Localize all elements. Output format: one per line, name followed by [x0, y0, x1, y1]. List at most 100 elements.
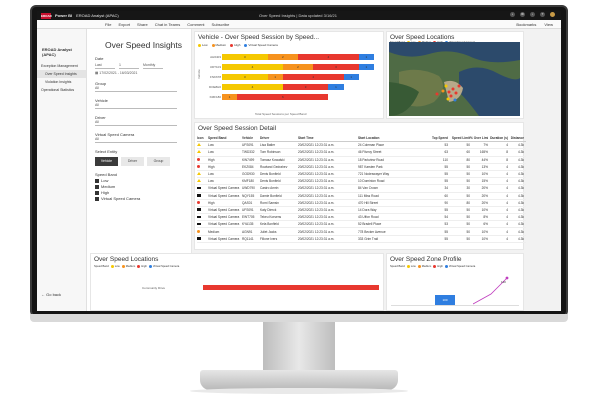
legend-item[interactable]: Medium: [121, 265, 135, 268]
table-row[interactable]: Virtual Speed Camera EWT705 Tekeu Korsens 2…: [197, 214, 526, 222]
column-header[interactable]: Start Location: [358, 136, 424, 140]
eroad-logo[interactable]: EROAD: [41, 12, 52, 19]
column-header[interactable]: % Over Limit: [470, 136, 488, 140]
legend-item[interactable]: Low: [198, 43, 208, 47]
nav-item-exception-management[interactable]: Exception Management: [37, 62, 86, 70]
table-row[interactable]: High KW7499 Tomasz Kowalski 20/02/2021 12:2…: [197, 157, 526, 164]
bell-icon[interactable]: •: [510, 12, 515, 17]
column-header[interactable]: Driver: [260, 136, 298, 140]
group-dropdown[interactable]: All: [95, 86, 177, 92]
bar-segment[interactable]: 1: [328, 84, 344, 90]
app-name[interactable]: Power BI: [55, 13, 72, 18]
table-row[interactable]: High EKZ084 Rowland Gedrahev 20/02/2021 12:…: [197, 164, 526, 171]
nav-item-violation-insights[interactable]: Violation Insights: [37, 78, 86, 86]
table-row[interactable]: High QAS01 Romi Samsin 20/02/2021 12:23:31 …: [197, 200, 526, 207]
legend-item[interactable]: Low: [110, 265, 120, 268]
subscribe-button[interactable]: Subscribe: [212, 22, 230, 27]
band-high-checkbox[interactable]: High: [95, 190, 191, 195]
legend-item[interactable]: Low: [406, 265, 416, 268]
workspace-name[interactable]: EROAD Analyst (APAC): [76, 13, 119, 18]
table-row[interactable]: Virtual Speed Camera UWD790 Castro Amrin 20…: [197, 185, 526, 193]
bar-segment[interactable]: 1: [358, 54, 374, 60]
help-icon[interactable]: ?: [540, 12, 545, 17]
bar-segment[interactable]: 3: [313, 64, 359, 70]
over-speed-locations-bar-panel[interactable]: Over Speed Locations Speed Band Low Medi…: [90, 253, 384, 311]
date-range[interactable]: ▦ 17/02/2021 - 16/03/2021: [95, 71, 191, 75]
gear-icon[interactable]: ⚙: [520, 12, 525, 17]
entity-group-button[interactable]: Group: [147, 157, 170, 166]
download-icon[interactable]: ↓: [530, 12, 535, 17]
column-header[interactable]: Vehicle: [242, 136, 260, 140]
camera-dropdown[interactable]: All: [95, 137, 177, 143]
nav-item-operational-statistics[interactable]: Operational Statistics: [37, 86, 86, 94]
bar-segment[interactable]: 4: [222, 64, 283, 70]
entity-driver-button[interactable]: Driver: [121, 157, 144, 166]
legend-item[interactable]: Virtual Speed Camera: [444, 265, 475, 268]
table-row[interactable]: Low TWD332 Tom Robinson 20/02/2021 12:23:31…: [197, 149, 526, 157]
session-detail-table[interactable]: Icon Speed Band Vehicle Driver Start Tim…: [197, 135, 526, 243]
comment-button[interactable]: Comment: [187, 22, 204, 27]
nav-item-over-speed-insights[interactable]: Over Speed Insights: [37, 70, 86, 78]
bar-segment[interactable]: 3: [222, 54, 268, 60]
driver-dropdown[interactable]: All: [95, 120, 177, 126]
bar-segment[interactable]: 1: [358, 64, 374, 70]
bar-segment[interactable]: 4: [282, 74, 344, 80]
view-menu[interactable]: View: [544, 22, 553, 27]
bar-segment[interactable]: 3: [222, 74, 268, 80]
go-back-button[interactable]: ← Go back: [41, 292, 61, 297]
bar-segment[interactable]: 4: [222, 84, 283, 90]
table-row[interactable]: Virtual Speed Camera UFS091 Katy Dierck 20/…: [197, 207, 526, 215]
zone-profile-panel[interactable]: Over Speed Zone Profile Speed Band Low M…: [386, 253, 524, 311]
map-panel[interactable]: Over Speed Locations Speed Band Low Medi…: [386, 31, 524, 119]
band-camera-checkbox[interactable]: Virtual Speed Camera: [95, 196, 191, 201]
legend-item[interactable]: Medium: [417, 265, 431, 268]
column-header[interactable]: Start Time: [298, 136, 358, 140]
table-row[interactable]: Low KMF180 Denis Bonfield 20/02/2021 12:23:…: [197, 178, 526, 186]
entity-vehicle-button[interactable]: Vehicle: [95, 157, 118, 166]
vehicle-bar-chart-panel[interactable]: Vehicle - Over Speed Session by Speed...…: [194, 31, 384, 119]
legend-item[interactable]: High: [137, 265, 147, 268]
bar-segment[interactable]: 2: [282, 64, 314, 70]
band-low-checkbox[interactable]: Low: [95, 178, 191, 183]
table-row[interactable]: Low GOD930 Denis Bonfield 20/02/2021 12:23:…: [197, 171, 526, 179]
column-header[interactable]: Duration (s): [488, 136, 508, 140]
bar-segment[interactable]: 4: [297, 54, 359, 60]
session-detail-panel[interactable]: Over Speed Session Detail Icon Speed Ban…: [194, 122, 526, 250]
bar-segment[interactable]: 3: [282, 84, 329, 90]
column-header[interactable]: Distance: [508, 136, 524, 140]
bar-segment[interactable]: 1: [222, 94, 238, 100]
zone-point[interactable]: [505, 276, 509, 280]
date-number-input[interactable]: 1: [119, 63, 139, 69]
avatar[interactable]: [550, 12, 555, 17]
bar-segment[interactable]: 2: [267, 54, 298, 60]
vehicle-dropdown[interactable]: All: [95, 103, 177, 109]
band-medium-checkbox[interactable]: Medium: [95, 184, 191, 189]
legend-item[interactable]: Medium: [211, 43, 226, 47]
bar-segment[interactable]: 1: [343, 74, 359, 80]
legend-item[interactable]: High: [230, 43, 240, 47]
chat-in-teams-button[interactable]: Chat in Teams: [155, 22, 181, 27]
table-row[interactable]: Low UFS091 Lisa Batler 20/02/2021 12:23:31 …: [197, 142, 526, 150]
bookmarks-menu[interactable]: Bookmarks: [516, 22, 536, 27]
table-row[interactable]: Medium AGN91 Juliet Jacks 20/02/2021 12:23:…: [197, 228, 526, 236]
column-header[interactable]: Top Speed: [424, 136, 448, 140]
table-row[interactable]: Virtual Speed Camera KYA135 Kela Bonfield 2…: [197, 221, 526, 229]
legend-item[interactable]: High: [433, 265, 443, 268]
legend-item[interactable]: Virtual Speed Camera: [244, 43, 278, 47]
column-header[interactable]: Speed Limit: [448, 136, 470, 140]
date-period-select[interactable]: Last: [95, 63, 115, 69]
satellite-map[interactable]: [389, 42, 520, 116]
table-row[interactable]: Virtual Speed Camera NQY155 Damie Bonfield…: [197, 193, 526, 200]
bar-segment[interactable]: 1: [267, 74, 283, 80]
legend-item[interactable]: Virtual Speed Camera: [148, 265, 179, 268]
share-button[interactable]: Share: [137, 22, 148, 27]
bar-segment[interactable]: 6: [237, 94, 329, 100]
zone-bar[interactable]: 100: [435, 295, 455, 305]
date-unit-select[interactable]: Monthly: [143, 63, 163, 69]
file-menu[interactable]: File: [105, 22, 111, 27]
export-menu[interactable]: Export: [118, 22, 130, 27]
column-header[interactable]: Speed Band: [208, 136, 242, 140]
column-header[interactable]: Icon: [197, 136, 208, 140]
location-bar[interactable]: [203, 285, 379, 290]
table-row[interactable]: Virtual Speed Camera RQ1141 Fillone Ivers 2…: [197, 236, 526, 243]
